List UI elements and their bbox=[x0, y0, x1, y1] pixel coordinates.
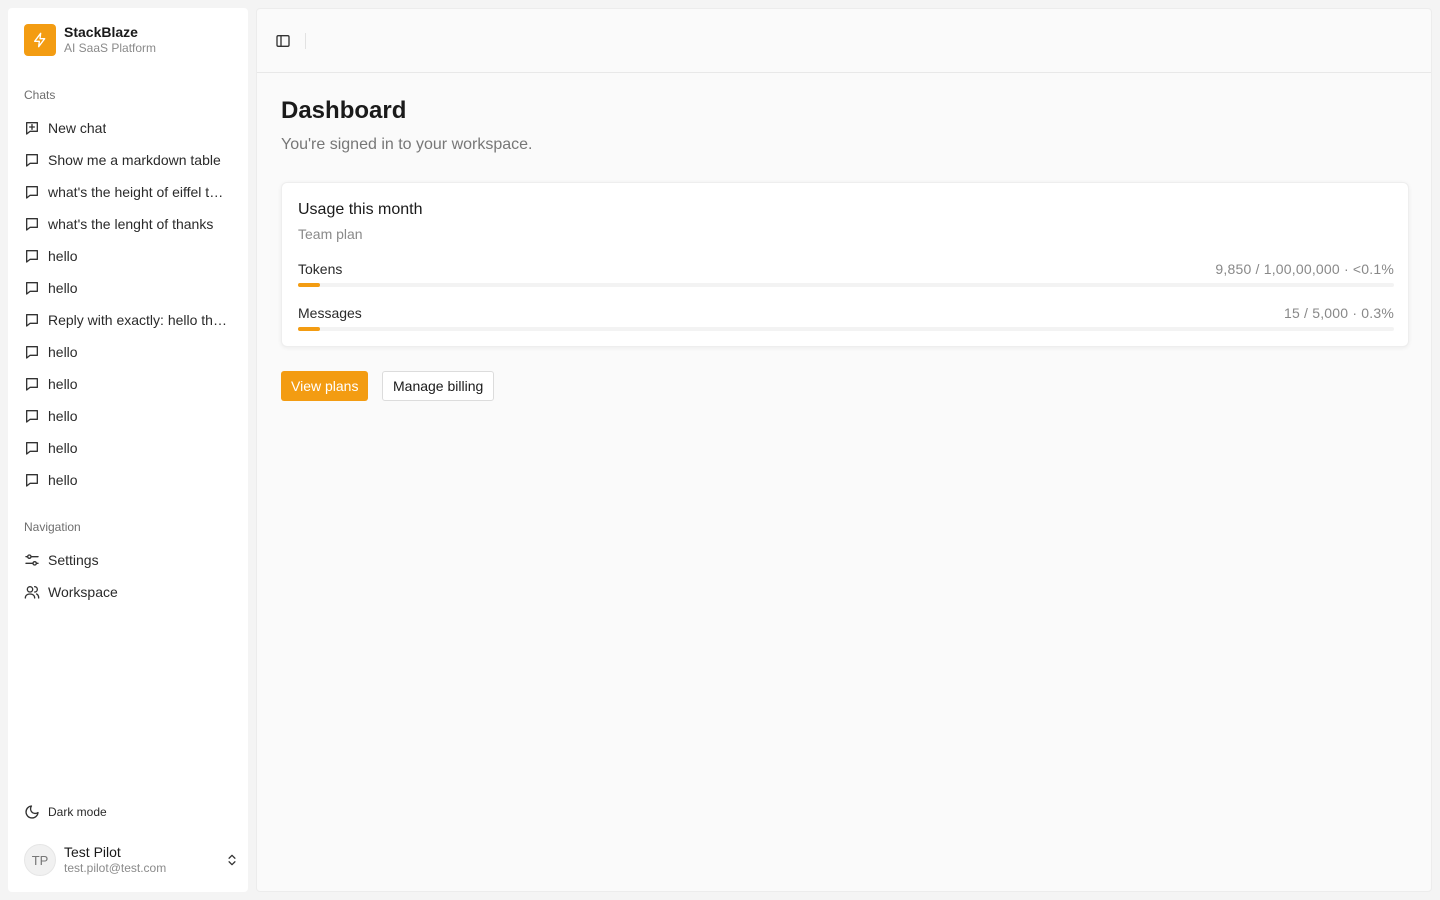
chat-item[interactable]: hello bbox=[20, 368, 236, 400]
users-icon bbox=[24, 584, 40, 600]
messages-value: 15 / 5,000 · 0.3% bbox=[1283, 305, 1394, 321]
chat-item-label: hello bbox=[48, 472, 78, 488]
tokens-meter: Tokens 9,850 / 1,00,00,000 · <0.1% bbox=[298, 261, 1394, 287]
user-email: test.pilot@test.com bbox=[64, 861, 167, 875]
chat-item[interactable]: hello bbox=[20, 400, 236, 432]
square-plus-icon bbox=[24, 120, 40, 136]
avatar: TP bbox=[24, 844, 56, 876]
message-square-icon bbox=[24, 344, 40, 360]
message-square-icon bbox=[24, 472, 40, 488]
usage-card-plan: Team plan bbox=[298, 226, 363, 242]
nav-item-label: Settings bbox=[48, 552, 99, 568]
message-square-icon bbox=[24, 184, 40, 200]
topbar bbox=[257, 9, 1431, 73]
chat-item[interactable]: what's the lenght of thanks bbox=[20, 208, 236, 240]
message-square-icon bbox=[24, 248, 40, 264]
chat-item-label: Show me a markdown table bbox=[48, 152, 221, 168]
chat-item-label: hello bbox=[48, 408, 78, 424]
sidebar: StackBlaze AI SaaS Platform Chats New ch… bbox=[8, 8, 248, 892]
manage-billing-button[interactable]: Manage billing bbox=[382, 371, 495, 401]
message-square-icon bbox=[24, 312, 40, 328]
new-chat-button[interactable]: New chat bbox=[20, 112, 236, 144]
dark-mode-label: Dark mode bbox=[48, 805, 107, 819]
view-plans-button[interactable]: View plans bbox=[281, 371, 369, 401]
messages-progress-track bbox=[298, 327, 1394, 331]
user-name: Test Pilot bbox=[64, 844, 121, 860]
moon-icon bbox=[24, 804, 40, 820]
message-square-icon bbox=[24, 376, 40, 392]
chat-item[interactable]: Show me a markdown table bbox=[20, 144, 236, 176]
chat-item-label: New chat bbox=[48, 120, 107, 136]
main-content: Dashboard You're signed in to your works… bbox=[256, 8, 1432, 892]
tokens-label: Tokens bbox=[298, 261, 343, 277]
sliders-icon bbox=[24, 552, 40, 568]
chat-item[interactable]: hello bbox=[20, 336, 236, 368]
message-square-icon bbox=[24, 408, 40, 424]
message-square-icon bbox=[24, 440, 40, 456]
chat-item[interactable]: Reply with exactly: hello there bbox=[20, 304, 236, 336]
dark-mode-toggle[interactable]: Dark mode bbox=[24, 804, 107, 820]
chat-item[interactable]: hello bbox=[20, 432, 236, 464]
message-square-icon bbox=[24, 152, 40, 168]
sidebar-toggle-icon[interactable] bbox=[273, 31, 293, 51]
chat-item-label: what's the lenght of thanks bbox=[48, 216, 214, 232]
brand-subtitle: AI SaaS Platform bbox=[64, 41, 157, 55]
nav-item-label: Workspace bbox=[48, 584, 118, 600]
usage-card: Usage this month Team plan Tokens 9,850 … bbox=[281, 182, 1409, 347]
navigation-section-label: Navigation bbox=[24, 520, 81, 534]
brand[interactable]: StackBlaze AI SaaS Platform bbox=[24, 24, 156, 56]
messages-meter: Messages 15 / 5,000 · 0.3% bbox=[298, 305, 1394, 331]
chats-section-label: Chats bbox=[24, 88, 56, 102]
message-square-icon bbox=[24, 280, 40, 296]
chat-item-label: hello bbox=[48, 376, 78, 392]
chat-item[interactable]: hello bbox=[20, 272, 236, 304]
chevrons-up-down-icon bbox=[224, 852, 240, 868]
chat-item[interactable]: hello bbox=[20, 464, 236, 496]
chat-item-label: what's the height of eiffel tower bbox=[48, 184, 230, 200]
chat-item-label: hello bbox=[48, 248, 78, 264]
chat-item[interactable]: hello bbox=[20, 240, 236, 272]
navigation-list: Settings Workspace bbox=[20, 544, 236, 608]
topbar-divider bbox=[305, 32, 306, 49]
page-subtitle: You're signed in to your workspace. bbox=[281, 136, 533, 153]
messages-progress-fill bbox=[298, 327, 320, 331]
user-menu[interactable]: TP Test Pilot test.pilot@test.com bbox=[24, 842, 240, 878]
usage-card-title: Usage this month bbox=[298, 201, 423, 218]
lightning-icon bbox=[24, 24, 56, 56]
chat-item-label: hello bbox=[48, 344, 78, 360]
chat-item-label: hello bbox=[48, 440, 78, 456]
page-title: Dashboard bbox=[281, 97, 407, 124]
messages-label: Messages bbox=[298, 305, 362, 321]
tokens-value: 9,850 / 1,00,00,000 · <0.1% bbox=[1215, 261, 1394, 277]
chat-item-label: hello bbox=[48, 280, 78, 296]
tokens-progress-track bbox=[298, 283, 1394, 287]
chat-list: New chat Show me a markdown table what's t… bbox=[20, 112, 236, 496]
chat-item[interactable]: what's the height of eiffel tower bbox=[20, 176, 236, 208]
nav-item-workspace[interactable]: Workspace bbox=[20, 576, 236, 608]
brand-name: StackBlaze bbox=[64, 24, 138, 40]
message-square-icon bbox=[24, 216, 40, 232]
nav-item-settings[interactable]: Settings bbox=[20, 544, 236, 576]
chat-item-label: Reply with exactly: hello there bbox=[48, 312, 230, 328]
tokens-progress-fill bbox=[298, 283, 320, 287]
